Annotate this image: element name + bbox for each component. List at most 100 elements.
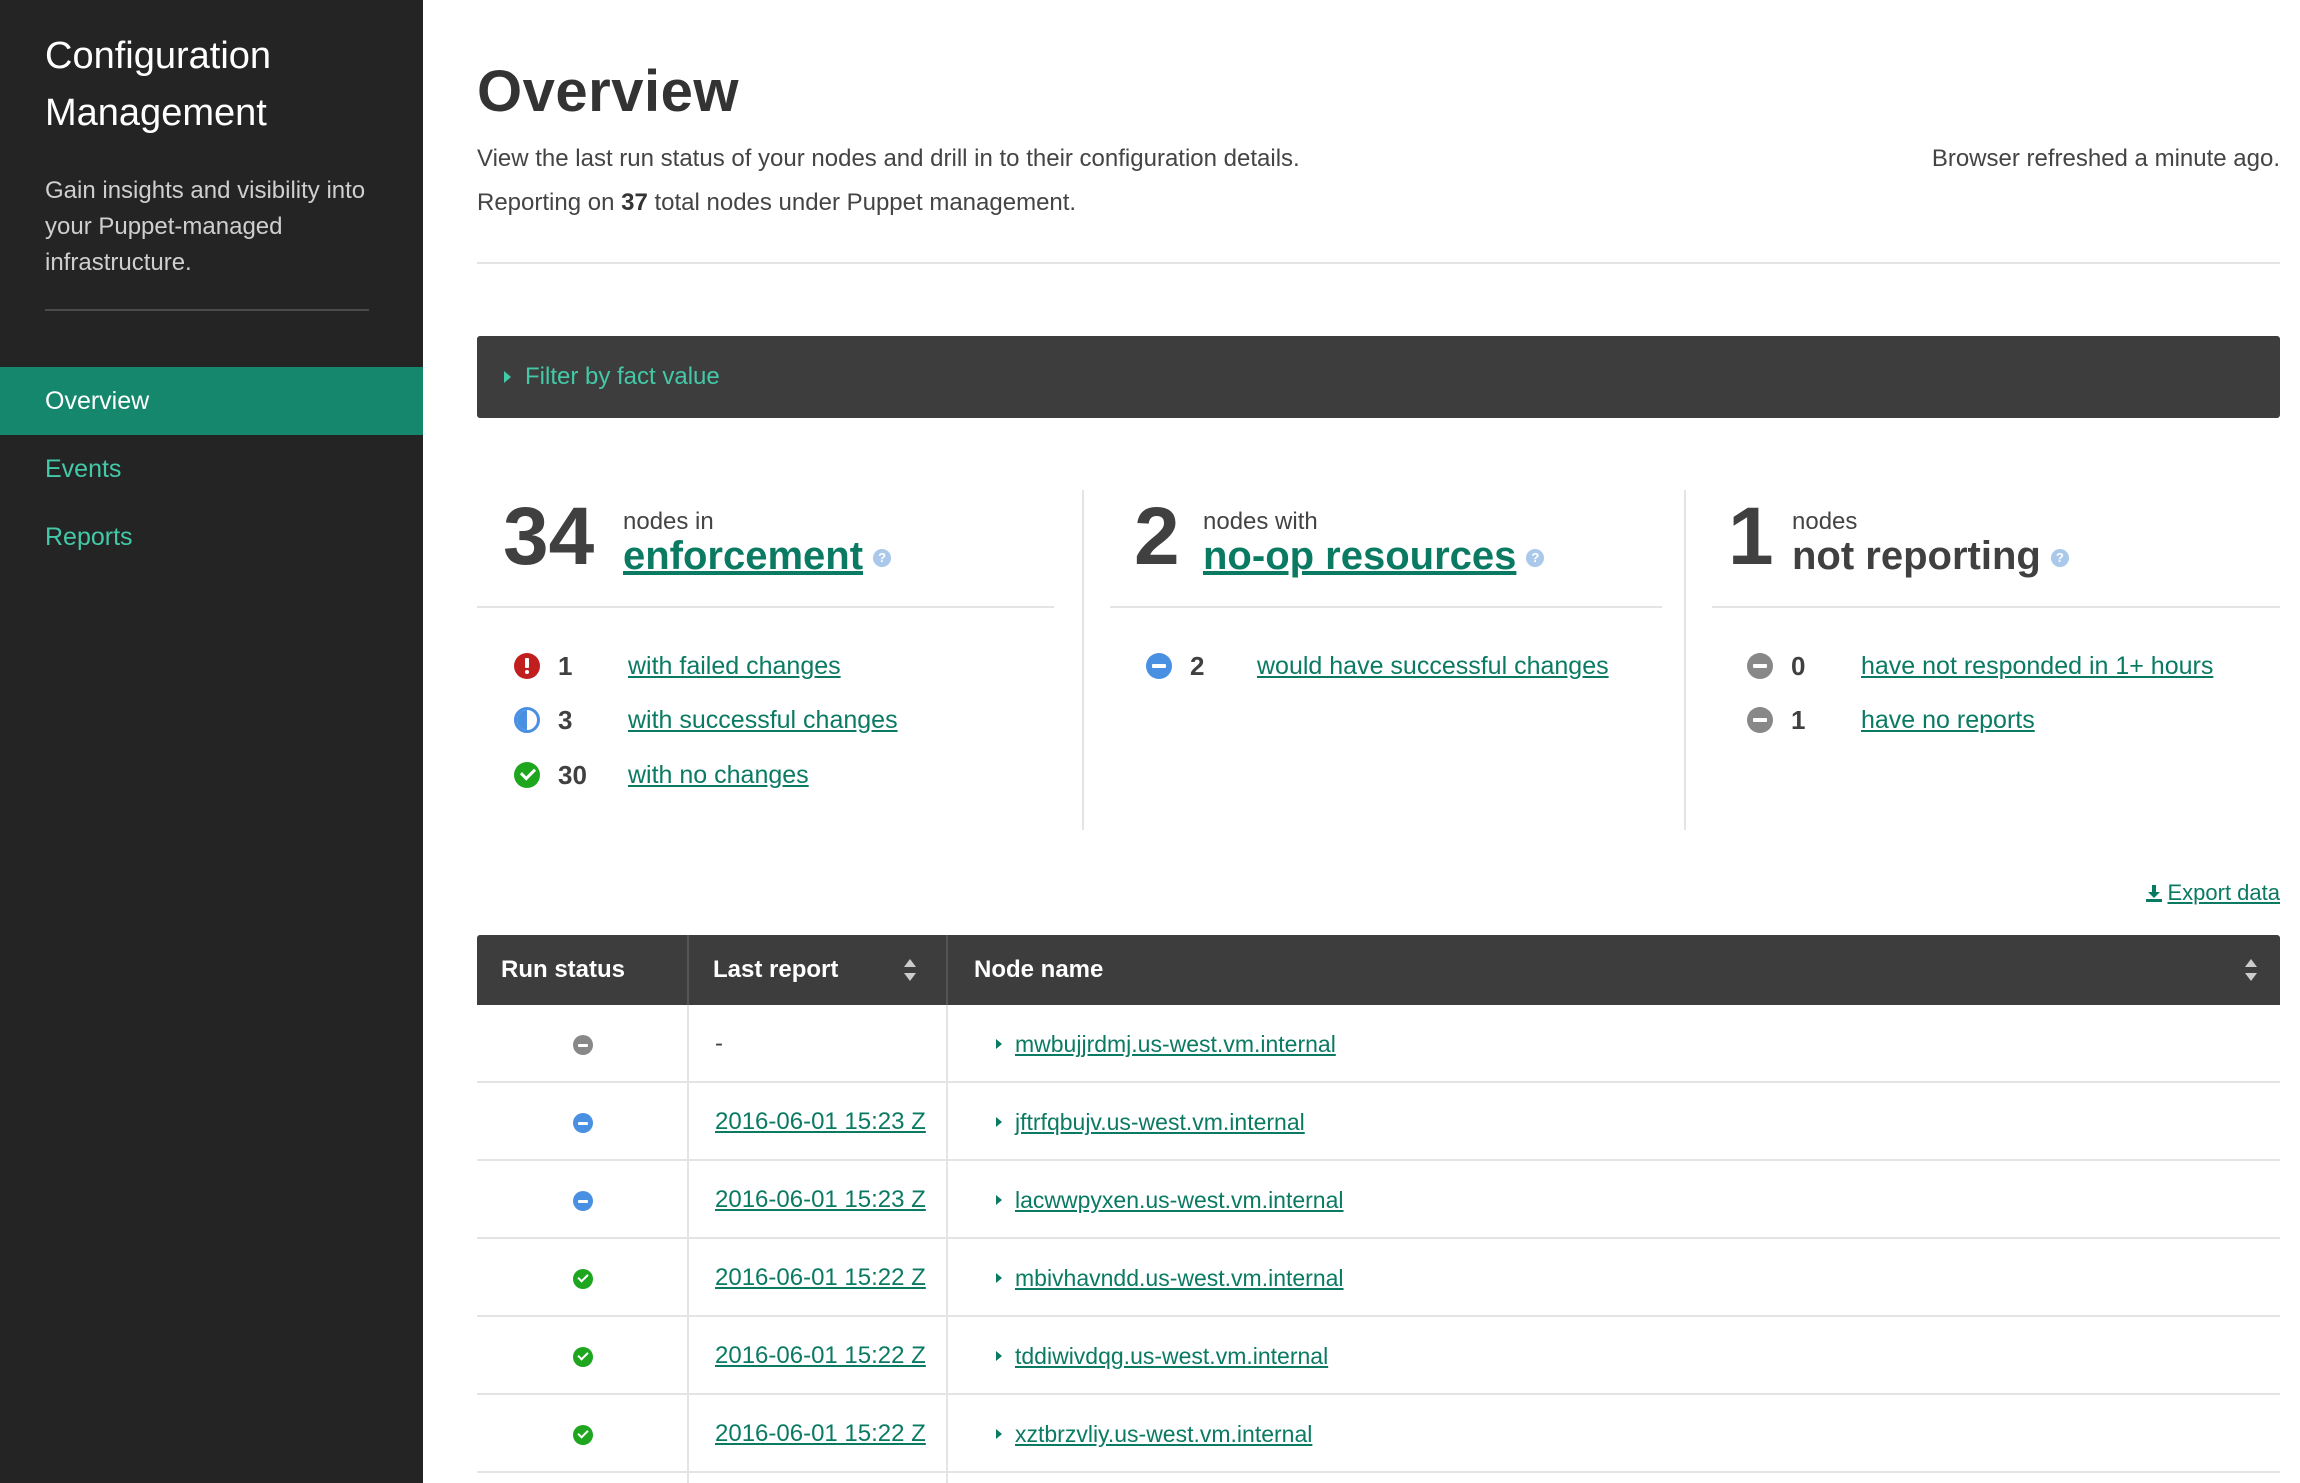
gray-minus-icon: [1747, 707, 1773, 733]
sidebar-item-reports[interactable]: Reports: [0, 503, 423, 571]
not-reporting-title: not reporting?: [1792, 532, 2069, 580]
sidebar: Configuration Management Gain insights a…: [0, 0, 423, 1483]
check-circle-icon: [514, 762, 540, 788]
panel-vertical-divider: [1082, 490, 1084, 830]
expand-caret-icon[interactable]: [996, 1117, 1002, 1127]
question-circle-icon[interactable]: ?: [873, 549, 892, 568]
not-responded-link[interactable]: have not responded in 1+ hours: [1861, 648, 2213, 684]
panel-divider: [1712, 606, 2280, 608]
success-status-icon: [573, 1347, 593, 1367]
caret-right-icon: [504, 371, 511, 383]
noop-minus-icon: [1146, 653, 1172, 679]
enforcement-link[interactable]: enforcement?: [623, 532, 892, 580]
node-name-link[interactable]: jftrfqbujv.us-west.vm.internal: [1015, 1083, 1305, 1161]
successful-changes-link[interactable]: with successful changes: [628, 702, 898, 738]
no-reports-link[interactable]: have no reports: [1861, 702, 2035, 738]
expand-caret-icon[interactable]: [996, 1273, 1002, 1283]
expand-caret-icon[interactable]: [996, 1195, 1002, 1205]
stat-successful-changes: 3 with successful changes: [514, 702, 1034, 738]
table-row: 2016-06-01 15:23 Z lacwwpyxen.us-west.vm…: [477, 1161, 2280, 1239]
app-title-line-1: Configuration: [45, 35, 272, 77]
table-row: - mwbujjrdmj.us-west.vm.internal: [477, 1005, 2280, 1083]
noop-status-icon: [573, 1113, 593, 1133]
gray-minus-icon: [1747, 653, 1773, 679]
would-have-changes-link[interactable]: would have successful changes: [1257, 648, 1609, 684]
expand-caret-icon[interactable]: [996, 1429, 1002, 1439]
cell-separator: [687, 1317, 689, 1395]
cell-separator: [946, 1005, 948, 1083]
sidebar-divider: [45, 309, 369, 311]
filter-toggle[interactable]: Filter by fact value: [477, 336, 2280, 418]
node-name-link[interactable]: lacwwpyxen.us-west.vm.internal: [1015, 1161, 1344, 1239]
enforcement-count: 34: [503, 491, 595, 582]
sort-icon[interactable]: [904, 959, 916, 981]
stat-failed-changes: 1 with failed changes: [514, 648, 1034, 684]
enforcement-heading: enforcement: [623, 534, 864, 578]
cell-separator: [946, 1395, 948, 1473]
cell-separator: [687, 1083, 689, 1161]
last-report-link[interactable]: 2016-06-01 15:22 Z: [715, 1317, 926, 1395]
nodes-table: Run status Last report Node name - mwbuj…: [477, 935, 2280, 1483]
stat-count: 1: [1791, 705, 1806, 735]
node-name-link[interactable]: mbivhavndd.us-west.vm.internal: [1015, 1239, 1344, 1317]
cell-separator: [687, 1005, 689, 1083]
last-report-value: -: [715, 1030, 723, 1057]
expand-caret-icon[interactable]: [996, 1351, 1002, 1361]
node-name-link[interactable]: tddiwivdqg.us-west.vm.internal: [1015, 1317, 1328, 1395]
no-changes-link[interactable]: with no changes: [628, 757, 809, 793]
reporting-count: 37: [621, 189, 648, 216]
sort-icon[interactable]: [2245, 959, 2257, 981]
question-circle-icon[interactable]: ?: [2050, 549, 2069, 568]
stat-count: 1: [558, 651, 573, 681]
refresh-status: Browser refreshed a minute ago.: [1931, 145, 2280, 172]
stat-noop-changes: 2 would have successful changes: [1146, 648, 1646, 684]
stat-no-reports: 1 have no reports: [1747, 702, 2267, 738]
not-reporting-heading: not reporting: [1792, 534, 2041, 578]
cell-separator: [946, 1317, 948, 1395]
unreported-status-icon: [573, 1035, 593, 1055]
filter-label: Filter by fact value: [525, 363, 720, 390]
table-row: 2016-06-01 15:23 Z jftrfqbujv.us-west.vm…: [477, 1083, 2280, 1161]
export-label: Export data: [2167, 880, 2280, 905]
last-report-link[interactable]: 2016-06-01 15:23 Z: [715, 1161, 926, 1239]
last-report-link[interactable]: 2016-06-01 15:23 Z: [715, 1083, 926, 1161]
noop-status-icon: [573, 1191, 593, 1211]
stat-count: 0: [1791, 651, 1806, 681]
stat-no-changes: 30 with no changes: [514, 757, 1034, 793]
stat-count: 2: [1190, 651, 1205, 681]
expand-caret-icon[interactable]: [996, 1039, 1002, 1049]
column-run-status: Run status: [501, 956, 626, 983]
column-last-report-label: Last report: [713, 956, 839, 983]
download-icon: [2145, 884, 2163, 902]
table-row: 2016-06-01 15:22 Z tddiwivdqg.us-west.vm…: [477, 1317, 2280, 1395]
question-circle-icon[interactable]: ?: [1526, 549, 1545, 568]
cell-separator: [687, 1473, 689, 1483]
failed-changes-link[interactable]: with failed changes: [628, 648, 841, 684]
table-row-partial: [477, 1473, 2280, 1483]
failed-icon: [514, 653, 540, 679]
node-name-link[interactable]: xztbrzvliy.us-west.vm.internal: [1015, 1395, 1312, 1473]
reporting-suffix: total nodes under Puppet management.: [647, 189, 1077, 216]
last-report-link[interactable]: 2016-06-01 15:22 Z: [715, 1239, 926, 1317]
sidebar-item-events[interactable]: Events: [0, 435, 423, 503]
not-reporting-count: 1: [1728, 491, 1774, 582]
stat-not-responded: 0 have not responded in 1+ hours: [1747, 648, 2267, 684]
noop-count: 2: [1134, 491, 1180, 582]
column-node-name[interactable]: Node name: [974, 935, 1103, 1005]
success-status-icon: [573, 1425, 593, 1445]
node-name-link[interactable]: mwbujjrdmj.us-west.vm.internal: [1015, 1005, 1336, 1083]
export-data-link[interactable]: Export data: [2145, 880, 2280, 906]
panel-divider: [477, 606, 1054, 608]
noop-link[interactable]: no-op resources?: [1203, 532, 1545, 580]
success-status-icon: [573, 1269, 593, 1289]
page-subtitle: View the last run status of your nodes a…: [477, 145, 1300, 172]
app-title: Configuration Management: [45, 28, 375, 142]
sidebar-item-overview[interactable]: Overview: [0, 367, 423, 435]
stat-count: 30: [558, 760, 587, 790]
panel-divider: [1110, 606, 1662, 608]
main-content: Overview View the last run status of you…: [477, 0, 2280, 1483]
reporting-summary: Reporting on 37 total nodes under Puppet…: [477, 189, 1076, 217]
app-title-line-2: Management: [45, 92, 267, 134]
last-report-link[interactable]: 2016-06-01 15:22 Z: [715, 1395, 926, 1473]
reporting-prefix: Reporting on: [477, 189, 622, 216]
